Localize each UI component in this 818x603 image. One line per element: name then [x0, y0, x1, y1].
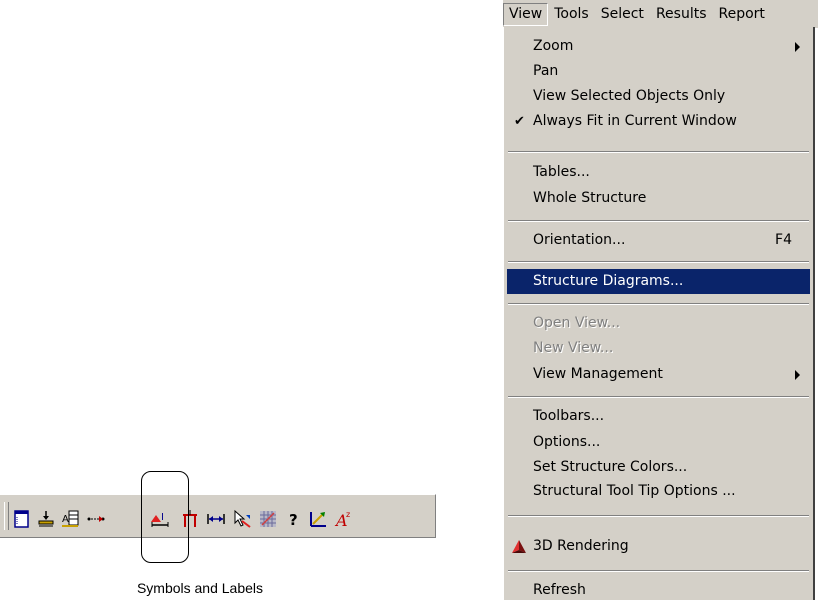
menu-item-view-management[interactable]: View Management [507, 362, 810, 387]
menu-view[interactable]: View [503, 3, 549, 26]
menu-item-tables[interactable]: Tables... [507, 160, 810, 185]
dimension-icon[interactable] [206, 509, 226, 529]
menu-item-label: Structure Diagrams... [533, 273, 684, 289]
menu-item-label: Open View... [533, 315, 621, 331]
svg-text:?: ? [289, 511, 298, 529]
menu-item-new-view: New View... [507, 336, 810, 361]
menu-item-label: Zoom [533, 38, 574, 54]
menu-item-view-selected-objects-only[interactable]: View Selected Objects Only [507, 84, 810, 109]
help-icon[interactable]: ? [284, 509, 304, 529]
menu-item-toolbars[interactable]: Toolbars... [507, 404, 810, 429]
menu-separator [508, 220, 809, 222]
menu-item-refresh[interactable]: Refresh [507, 578, 810, 603]
menu-item-always-fit[interactable]: ✔ Always Fit in Current Window [507, 109, 810, 134]
menu-separator [508, 261, 809, 263]
menu-item-label: View Management [533, 366, 663, 382]
menu-select[interactable]: Select [595, 4, 650, 25]
menu-bar: View Tools Select Results Report [503, 0, 818, 28]
font-icon[interactable]: Az [334, 509, 354, 529]
shortcut-label: F4 [775, 232, 792, 248]
menu-item-3d-rendering[interactable]: 3D Rendering [507, 534, 810, 559]
menu-item-structural-tool-tip-options[interactable]: Structural Tool Tip Options ... [507, 479, 810, 504]
menu-report[interactable]: Report [713, 4, 771, 25]
menu-item-label: Structural Tool Tip Options ... [533, 483, 736, 499]
menu-results[interactable]: Results [650, 4, 713, 25]
menu-item-label: Refresh [533, 582, 586, 598]
menu-item-label: Set Structure Colors... [533, 459, 688, 475]
toolbar-caption: Symbols and Labels [136, 580, 264, 596]
menu-item-set-structure-colors[interactable]: Set Structure Colors... [507, 455, 810, 480]
menu-item-label: New View... [533, 340, 614, 356]
menu-item-structure-diagrams[interactable]: Structure Diagrams... [507, 269, 810, 294]
menu-separator [508, 303, 809, 305]
submenu-arrow-icon [795, 42, 800, 52]
checkmark-icon: ✔ [514, 114, 525, 129]
menu-item-label: 3D Rendering [533, 538, 629, 554]
symbols-labels-toolbar: A I ? Az [0, 494, 436, 538]
cursor-node-icon[interactable] [232, 509, 252, 529]
dimension-dots-icon[interactable] [86, 509, 106, 529]
menu-item-label: Options... [533, 434, 601, 450]
view-menu-dropdown: Zoom Pan View Selected Objects Only ✔ Al… [503, 27, 815, 600]
submenu-arrow-icon [795, 370, 800, 380]
symbols-labels-callout [141, 471, 189, 563]
menu-item-label: Tables... [533, 164, 590, 180]
menu-item-label: Always Fit in Current Window [533, 113, 737, 129]
menu-item-label: Orientation... [533, 232, 626, 248]
menu-item-open-view: Open View... [507, 311, 810, 336]
menu-separator [508, 570, 809, 572]
menu-item-whole-structure[interactable]: Whole Structure [507, 186, 810, 211]
menu-separator [508, 396, 809, 398]
menu-item-options[interactable]: Options... [507, 430, 810, 455]
menu-item-label: Whole Structure [533, 190, 647, 206]
menu-item-zoom[interactable]: Zoom [507, 34, 810, 59]
menu-item-pan[interactable]: Pan [507, 59, 810, 84]
window-icon[interactable] [12, 509, 32, 529]
label-table-icon[interactable]: A [60, 509, 80, 529]
svg-text:A: A [62, 514, 69, 525]
menu-item-label: Pan [533, 63, 559, 79]
menu-tools[interactable]: Tools [548, 4, 595, 25]
toolbar-grip[interactable] [4, 502, 9, 530]
svg-text:z: z [346, 510, 350, 519]
menu-separator [508, 151, 809, 153]
menu-item-label: View Selected Objects Only [533, 88, 726, 104]
menu-separator [508, 515, 809, 517]
beam-load-icon[interactable] [36, 509, 56, 529]
3d-rendering-icon [511, 539, 527, 555]
menu-item-orientation[interactable]: Orientation... F4 [507, 228, 810, 253]
design-icon[interactable] [308, 509, 328, 529]
grid-pattern-icon[interactable] [258, 509, 278, 529]
menu-item-label: Toolbars... [533, 408, 605, 424]
